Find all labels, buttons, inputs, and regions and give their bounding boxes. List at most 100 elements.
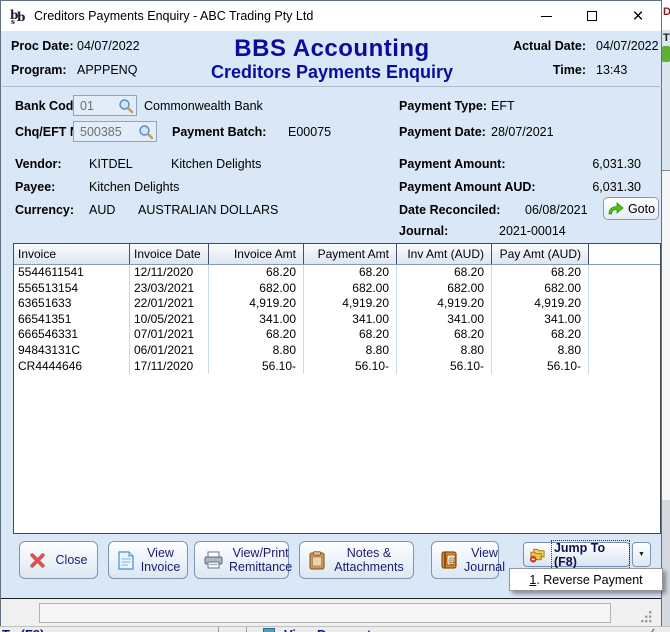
proc-date-label: Proc Date: [11,39,74,53]
background-green-icon-fragment [662,46,670,62]
cell-invoice-date: 23/03/2021 [130,281,209,297]
cell-invoice: 5544611541 [14,265,130,281]
cell-invoice-date: 17/11/2020 [130,359,209,375]
cell-invoice: 94843131C [14,343,130,359]
table-row[interactable]: 666546331 07/01/2021 68.20 68.20 68.20 6… [14,327,660,343]
cell-inv-amt-aud: 8.80 [397,343,492,359]
view-print-label-line2: Remittance [229,560,292,575]
payment-amount-aud-value: 6,031.30 [541,180,641,194]
invoice-table: Invoice Invoice Date Invoice Amt Payment… [13,243,661,534]
column-header-invoice[interactable]: Invoice [14,244,130,264]
program-value: APPPENQ [77,63,137,77]
cell-invoice-date: 12/11/2020 [130,265,209,281]
cell-pay-amt-aud: 68.20 [492,265,589,281]
goto-arrow-icon [607,202,624,215]
time-label: Time: [506,63,586,77]
resize-grip[interactable] [639,609,653,623]
view-journal-button[interactable]: @ View Journal [431,541,499,579]
view-print-label-line1: View/Print [229,546,292,561]
close-button-label: Close [52,553,91,568]
jump-to-menu: 1. Reverse Payment [509,568,663,591]
titlebar[interactable]: b b s Creditors Payments Enquiry - ABC T… [1,1,661,31]
jump-to-button[interactable]: Jump To (F8) [523,542,630,567]
background-fragment-text: D [663,6,670,18]
cell-pay-amt-aud: 68.20 [492,327,589,343]
close-window-icon: × [632,7,643,26]
payment-amount-label: Payment Amount: [399,157,506,171]
journal-value: 2021-00014 [499,224,566,238]
close-window-button[interactable]: × [615,1,661,31]
chevron-down-icon: ▼ [638,551,645,558]
maximize-icon [587,11,597,21]
cell-invoice-date: 07/01/2021 [130,327,209,343]
background-fragment-text: T [663,32,670,44]
clipboard-icon [309,551,325,570]
chq-eft-input[interactable]: 500385 [73,121,157,142]
bank-code-input[interactable]: 01 [73,95,137,116]
jump-to-label: Jump To (F8) [552,541,629,569]
background-view-payment-button-fragment: View Payment [284,627,371,632]
cell-filler [589,359,660,375]
cell-invoice-amt: 68.20 [209,265,304,281]
payment-batch-value: E00075 [288,125,331,139]
table-row[interactable]: 5544611541 12/11/2020 68.20 68.20 68.20 … [14,265,660,281]
table-row[interactable]: CR4444646 17/11/2020 56.10- 56.10- 56.10… [14,359,660,375]
cell-invoice-amt: 68.20 [209,327,304,343]
svg-text:s: s [11,17,15,25]
payment-amount-value: 6,031.30 [541,157,641,171]
view-invoice-button[interactable]: View Invoice [108,541,188,579]
cell-invoice: CR4444646 [14,359,130,375]
cell-payment-amt: 682.00 [304,281,397,297]
cell-invoice: 556513154 [14,281,130,297]
status-bar [1,598,661,626]
notes-attachments-button[interactable]: Notes & Attachments [299,541,414,579]
minimize-button[interactable] [523,1,569,31]
svg-text:b: b [17,10,25,24]
column-header-pay-amt-aud[interactable]: Pay Amt (AUD) [492,244,589,264]
jump-to-dropdown-button[interactable]: ▼ [632,542,651,567]
screen-title: Creditors Payments Enquiry [142,62,522,83]
background-window-bottom-edge: To (F8) View Payment ✓ [0,626,670,632]
cell-payment-amt: 68.20 [304,327,397,343]
cell-filler [589,312,660,328]
cell-filler [589,265,660,281]
bank-code-lookup-icon[interactable] [118,98,134,114]
table-row[interactable]: 66541351 10/05/2021 341.00 341.00 341.00… [14,312,660,328]
header-band: Proc Date: 04/07/2022 Program: APPPENQ B… [2,31,662,87]
payment-batch-label: Payment Batch: [172,125,266,139]
status-message-area [39,603,611,623]
journal-book-icon: @ [441,551,458,569]
date-reconciled-value: 06/08/2021 [525,203,588,217]
table-row[interactable]: 556513154 23/03/2021 682.00 682.00 682.0… [14,281,660,297]
table-row[interactable]: 63651633 22/01/2021 4,919.20 4,919.20 4,… [14,296,660,312]
vendor-code: KITDEL [89,157,133,171]
goto-button[interactable]: Goto [603,197,659,220]
column-header-inv-amt-aud[interactable]: Inv Amt (AUD) [397,244,492,264]
column-header-payment-amt[interactable]: Payment Amt [304,244,397,264]
cell-filler [589,327,660,343]
menu-item-reverse-payment[interactable]: 1. Reverse Payment [529,573,642,587]
column-header-invoice-date[interactable]: Invoice Date [130,244,209,264]
cell-payment-amt: 68.20 [304,265,397,281]
payment-date-label: Payment Date: [399,125,486,139]
chq-eft-lookup-icon[interactable] [138,124,154,140]
view-print-remittance-button[interactable]: View/Print Remittance [194,541,289,579]
cell-invoice: 66541351 [14,312,130,328]
minimize-icon [541,16,552,17]
payee-label: Payee: [15,180,55,194]
cell-invoice-amt: 4,919.20 [209,296,304,312]
payment-date-value: 28/07/2021 [491,125,554,139]
chq-eft-value: 500385 [80,125,122,139]
invoice-table-header: Invoice Invoice Date Invoice Amt Payment… [14,244,660,265]
column-header-filler [589,244,660,264]
cell-payment-amt: 8.80 [304,343,397,359]
app-title: BBS Accounting [162,35,502,63]
table-row[interactable]: 94843131C 06/01/2021 8.80 8.80 8.80 8.80 [14,343,660,359]
column-header-invoice-amt[interactable]: Invoice Amt [209,244,304,264]
close-button[interactable]: Close [19,541,98,579]
cell-inv-amt-aud: 4,919.20 [397,296,492,312]
maximize-button[interactable] [569,1,615,31]
cell-payment-amt: 4,919.20 [304,296,397,312]
view-invoice-label-line2: Invoice [140,560,181,575]
jump-folders-icon [529,547,546,563]
